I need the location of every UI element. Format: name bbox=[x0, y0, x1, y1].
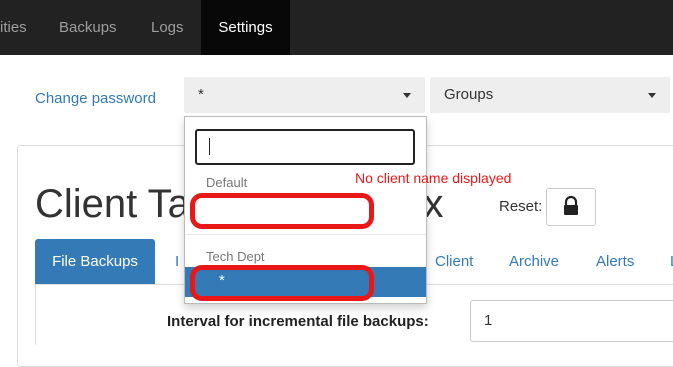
page-title-start: Client Ta bbox=[35, 182, 190, 226]
nav-item-settings[interactable]: Settings bbox=[201, 0, 290, 55]
group-label-default: Default bbox=[206, 175, 248, 190]
tab-archive[interactable]: Archive bbox=[509, 253, 559, 270]
tab-alerts[interactable]: Alerts bbox=[596, 253, 634, 270]
change-password-link[interactable]: Change password bbox=[35, 90, 156, 107]
groups-select-value: Groups bbox=[444, 86, 494, 103]
annotation-text: No client name displayed bbox=[355, 170, 512, 186]
dropdown-search-input[interactable] bbox=[195, 129, 415, 165]
client-select-value: * bbox=[198, 86, 204, 103]
navbar: ities Backups Logs Settings bbox=[0, 0, 673, 55]
incremental-interval-label: Interval for incremental file backups: bbox=[167, 313, 429, 330]
nav-item-backups[interactable]: Backups bbox=[59, 0, 117, 55]
reset-button[interactable] bbox=[546, 188, 596, 226]
lock-icon bbox=[564, 195, 578, 215]
text-cursor bbox=[209, 138, 210, 155]
annotation-circle-star-name bbox=[190, 265, 374, 301]
tab-content-border bbox=[35, 285, 36, 345]
nav-item-activities[interactable]: ities bbox=[0, 0, 27, 55]
tab-file-backups[interactable]: File Backups bbox=[35, 239, 155, 284]
dropdown-divider bbox=[185, 234, 426, 235]
chevron-down-icon bbox=[648, 93, 656, 98]
chevron-down-icon bbox=[403, 93, 411, 98]
client-select[interactable]: * bbox=[184, 77, 425, 113]
groups-select[interactable]: Groups bbox=[430, 77, 670, 113]
nav-item-logs[interactable]: Logs bbox=[151, 0, 184, 55]
group-label-tech-dept: Tech Dept bbox=[206, 249, 265, 264]
reset-label: Reset: bbox=[499, 198, 543, 215]
annotation-circle-empty-name bbox=[190, 193, 374, 229]
incremental-interval-value: 1 bbox=[484, 312, 493, 329]
tab-image-backups[interactable]: I bbox=[175, 253, 179, 270]
incremental-interval-input[interactable]: 1 bbox=[470, 300, 673, 342]
tab-client[interactable]: Client bbox=[435, 253, 473, 270]
